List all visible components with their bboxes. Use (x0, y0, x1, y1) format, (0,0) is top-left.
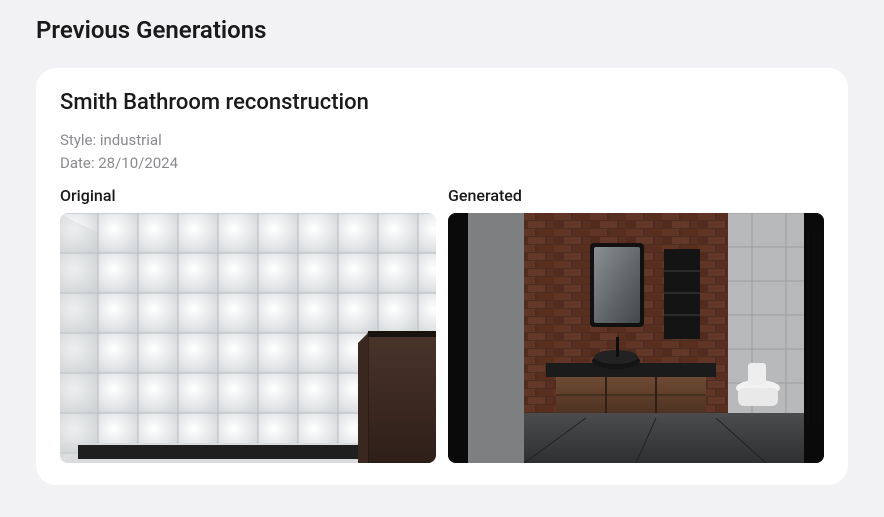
generation-meta: Style: industrial Date: 28/10/2024 (60, 129, 824, 176)
generation-date: Date: 28/10/2024 (60, 152, 824, 175)
generation-name: Smith Bathroom reconstruction (60, 90, 824, 115)
generated-label: Generated (448, 186, 824, 205)
section-title: Previous Generations (36, 16, 848, 44)
generated-panel: Generated (448, 186, 824, 463)
image-panels: Original (60, 186, 824, 463)
generation-card: Smith Bathroom reconstruction Style: ind… (36, 68, 848, 485)
generation-style: Style: industrial (60, 129, 824, 152)
original-image (60, 213, 436, 463)
generated-image (448, 213, 824, 463)
original-panel: Original (60, 186, 436, 463)
original-label: Original (60, 186, 436, 205)
